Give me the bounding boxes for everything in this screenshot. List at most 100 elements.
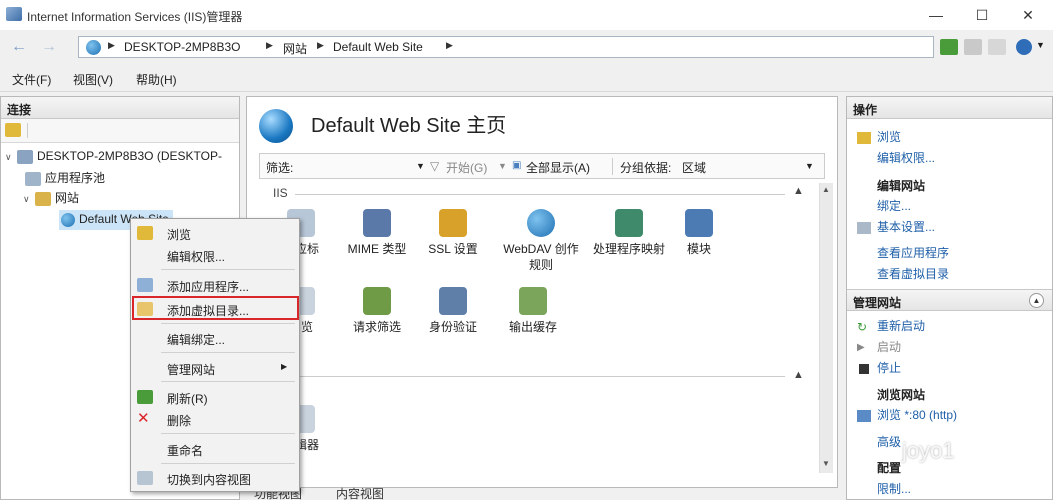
menu-divider [161, 381, 295, 382]
feature-authentication[interactable]: 身份验证 [415, 287, 491, 335]
collapse-group-icon[interactable]: ▲ [793, 185, 804, 197]
mime-types-icon [363, 209, 391, 237]
highlight-box [132, 296, 299, 320]
tree-item-server[interactable]: ∨ DESKTOP-2MP8B3O (DESKTOP- [5, 149, 222, 169]
show-all-button[interactable]: 全部显示(A) [526, 159, 590, 176]
features-area: IIS ▲ 响应标 MIME 类型 SSL 设置 WebDAV 创作规则 处理程… [259, 183, 819, 473]
tree-item-app-pools[interactable]: 应用程序池 [25, 169, 105, 189]
context-menu: 浏览 编辑权限... 添加应用程序... 添加虚拟目录... 编辑绑定... 管… [130, 218, 300, 492]
menu-item-rename[interactable]: 重命名 [131, 438, 299, 460]
maximize-button[interactable]: ☐ [959, 0, 1005, 30]
show-all-icon: ▣ [512, 160, 522, 171]
group-divider [295, 194, 785, 195]
breadcrumb-default-web-site[interactable]: Default Web Site [333, 40, 423, 54]
chevron-right-icon: ▶ [281, 362, 288, 371]
browse-icon [857, 131, 871, 144]
action-stop[interactable]: 停止 [857, 359, 901, 376]
scroll-down-icon[interactable]: ▼ [822, 459, 830, 468]
refresh-icon[interactable] [940, 39, 958, 55]
chevron-down-icon[interactable]: ∨ [23, 194, 35, 205]
feature-handler-mappings[interactable]: 处理程序映射 [585, 209, 673, 257]
stop-icon[interactable] [964, 39, 982, 55]
action-restart[interactable]: ↻ 重新启动 [857, 317, 925, 334]
action-bindings[interactable]: 绑定... [877, 197, 911, 214]
feature-output-caching[interactable]: 输出缓存 [495, 287, 571, 335]
help-icon[interactable] [1016, 39, 1032, 55]
content-view-icon [137, 471, 153, 485]
request-filtering-icon [363, 287, 391, 315]
collapse-icon[interactable]: ▲ [1029, 293, 1044, 308]
scroll-up-icon[interactable]: ▲ [822, 185, 830, 194]
authentication-icon [439, 287, 467, 315]
app-pool-icon [25, 171, 41, 186]
menu-divider [161, 433, 295, 434]
page-title: Default Web Site 主页 [311, 115, 507, 137]
chevron-right-icon: ▶ [108, 40, 115, 50]
menu-help[interactable]: 帮助(H) [136, 71, 177, 88]
filter-input[interactable] [304, 157, 424, 175]
home-icon[interactable] [988, 39, 1006, 55]
action-view-virtual-directories[interactable]: 查看虚拟目录 [877, 265, 949, 282]
handler-mappings-icon [615, 209, 643, 237]
refresh-icon [137, 390, 153, 404]
action-limits[interactable]: 限制... [877, 480, 911, 497]
feature-ssl-settings[interactable]: SSL 设置 [415, 209, 491, 257]
stop-icon [859, 363, 869, 374]
chevron-down-icon[interactable]: ∨ [5, 152, 17, 163]
tree-item-sites[interactable]: ∨ 网站 [23, 189, 79, 209]
tree-label: 网站 [55, 191, 80, 205]
group-by-select[interactable]: 区域 [682, 159, 706, 176]
lock-icon [439, 209, 467, 237]
filter-label: 筛选: [266, 161, 294, 175]
manage-site-heading: 管理网站 [853, 296, 902, 310]
chevron-down-icon[interactable]: ▼ [498, 161, 507, 171]
chevron-down-icon[interactable]: ▼ [1036, 40, 1045, 50]
restart-icon: ↻ [857, 319, 868, 334]
server-icon [17, 149, 33, 164]
action-browse-port-80[interactable]: 浏览 *:80 (http) [857, 406, 957, 423]
feature-mime-types[interactable]: MIME 类型 [339, 209, 415, 257]
iis-manager-icon [6, 7, 22, 21]
close-button[interactable]: ✕ [1005, 0, 1051, 30]
tab-content-view[interactable]: 内容视图 [336, 485, 384, 500]
menu-item-delete[interactable]: ✕ 删除 [131, 408, 299, 430]
group-by-label: 分组依据: [620, 161, 672, 175]
feature-request-filtering[interactable]: 请求筛选 [339, 287, 415, 335]
vertical-scrollbar[interactable]: ▲ ▼ [819, 183, 833, 473]
breadcrumb[interactable]: ▶ DESKTOP-2MP8B3O ▶ 网站 ▶ Default Web Sit… [78, 36, 934, 58]
action-basic-settings[interactable]: 基本设置... [857, 218, 935, 235]
actions-title: 操作 [847, 97, 1052, 119]
menu-item-edit-bindings[interactable]: 编辑绑定... [131, 327, 299, 349]
menu-item-add-application[interactable]: 添加应用程序... [131, 274, 299, 296]
feature-webdav[interactable]: WebDAV 创作规则 [499, 209, 583, 273]
action-start[interactable]: ▶ 启动 [857, 338, 901, 355]
feature-modules[interactable]: 模块 [661, 209, 737, 257]
menu-divider [161, 463, 295, 464]
action-edit-permissions[interactable]: 编辑权限... [877, 149, 935, 166]
action-view-applications[interactable]: 查看应用程序 [877, 244, 949, 261]
minimize-button[interactable]: — [913, 0, 959, 30]
menu-divider [161, 323, 295, 324]
menu-view[interactable]: 视图(V) [73, 71, 113, 88]
chevron-down-icon[interactable]: ▼ [805, 161, 814, 171]
menu-item-browse[interactable]: 浏览 [131, 222, 299, 244]
chevron-down-icon[interactable]: ▼ [416, 161, 425, 171]
connect-icon[interactable] [5, 123, 21, 137]
action-browse[interactable]: 浏览 [857, 128, 901, 145]
collapse-group-icon[interactable]: ▲ [793, 369, 804, 381]
breadcrumb-sites[interactable]: 网站 [283, 40, 307, 57]
connections-toolbar [1, 119, 239, 143]
menu-item-switch-content-view[interactable]: 切换到内容视图 [131, 467, 299, 489]
chevron-right-icon: ▶ [317, 40, 324, 50]
connections-title: 连接 [1, 97, 239, 119]
folder-icon [35, 191, 51, 206]
forward-arrow-icon[interactable]: → [34, 35, 64, 59]
menu-item-refresh[interactable]: 刷新(R) [131, 386, 299, 408]
menu-file[interactable]: 文件(F) [12, 71, 51, 88]
breadcrumb-server[interactable]: DESKTOP-2MP8B3O [124, 40, 240, 54]
action-advanced[interactable]: 高级 [877, 433, 901, 450]
menu-item-edit-permissions[interactable]: 编辑权限... [131, 244, 299, 266]
start-filter-button[interactable]: 开始(G) [446, 159, 487, 176]
menu-item-manage-site[interactable]: 管理网站 ▶ [131, 357, 299, 379]
back-arrow-icon[interactable]: ← [4, 35, 34, 59]
